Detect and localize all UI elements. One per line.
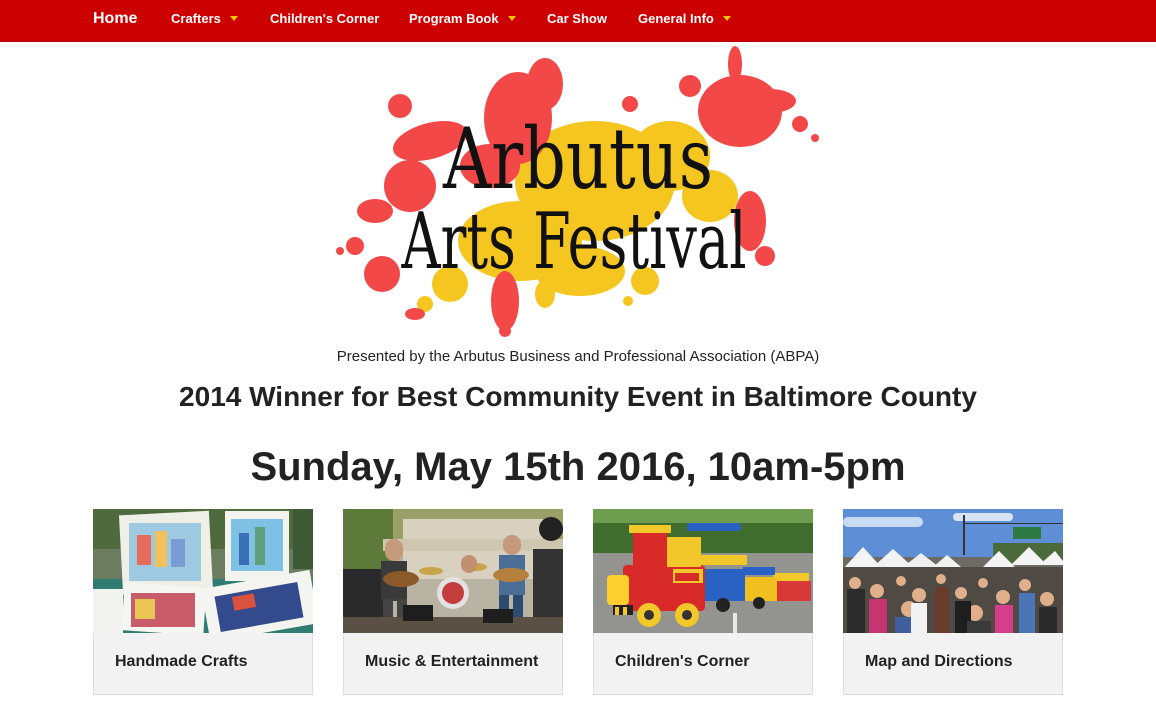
card-handmade-crafts[interactable]: Handmade Crafts	[93, 509, 313, 695]
card-caption-box: Children's Corner	[593, 633, 813, 695]
festival-logo: Arbutus Arts Festival	[336, 46, 819, 337]
card-childrens-corner[interactable]: Children's Corner	[593, 509, 813, 695]
nav-car-show-label: Car Show	[547, 11, 607, 26]
card-map-directions[interactable]: Map and Directions	[843, 509, 1063, 695]
logo-title-line2: Arts Festival	[401, 197, 747, 287]
card-caption-childrens-corner: Children's Corner	[615, 653, 750, 670]
nav-home-link[interactable]: Home	[93, 0, 137, 38]
caret-down-icon	[722, 16, 731, 21]
nav-car-show-link[interactable]: Car Show	[547, 0, 607, 38]
logo-title-line1: Arbutus	[442, 110, 713, 208]
nav-general-info-label: General Info	[638, 11, 714, 26]
nav-home-label: Home	[93, 10, 138, 27]
card-music-entertainment[interactable]: Music & Entertainment	[343, 509, 563, 695]
crowd-photo	[843, 509, 1063, 633]
card-caption-music-entertainment: Music & Entertainment	[365, 653, 539, 670]
train-ride-photo	[593, 509, 813, 633]
card-caption-box: Handmade Crafts	[93, 633, 313, 695]
event-date-heading: Sunday, May 15th 2016, 10am-5pm	[250, 445, 906, 489]
award-heading: 2014 Winner for Best Community Event in …	[179, 381, 977, 412]
card-caption-box: Map and Directions	[843, 633, 1063, 695]
nav-childrens-corner-label: Children's Corner	[270, 11, 380, 26]
caret-down-icon	[229, 16, 238, 21]
nav-general-info-dropdown[interactable]: General Info	[638, 0, 731, 38]
crafts-photo	[93, 509, 313, 633]
card-caption-handmade-crafts: Handmade Crafts	[115, 653, 248, 670]
card-caption-box: Music & Entertainment	[343, 633, 563, 695]
card-caption-map-directions: Map and Directions	[865, 653, 1013, 670]
music-photo	[343, 509, 563, 633]
caret-down-icon	[507, 16, 516, 21]
nav-crafters-label: Crafters	[171, 11, 221, 26]
top-navbar: Home Crafters Children's Corner Program …	[0, 0, 1156, 42]
nav-crafters-dropdown[interactable]: Crafters	[171, 0, 238, 38]
presented-by-text: Presented by the Arbutus Business and Pr…	[336, 348, 820, 365]
nav-program-book-dropdown[interactable]: Program Book	[409, 0, 516, 38]
nav-program-book-label: Program Book	[409, 11, 499, 26]
nav-childrens-corner-link[interactable]: Children's Corner	[270, 0, 379, 38]
